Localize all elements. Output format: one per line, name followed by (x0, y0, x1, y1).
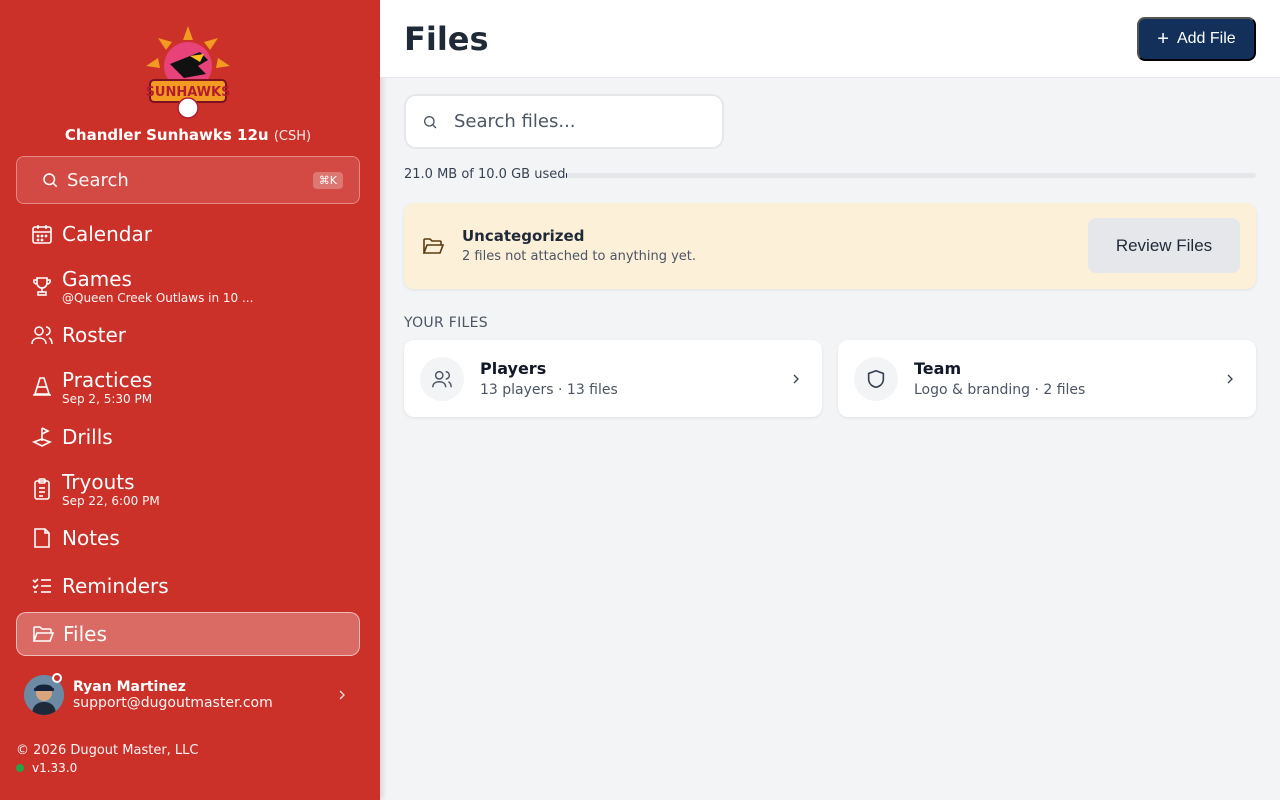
review-files-button[interactable]: Review Files (1088, 218, 1240, 273)
add-file-button[interactable]: + Add File (1137, 17, 1256, 61)
search-icon (424, 115, 437, 128)
folder-open-icon (32, 626, 55, 642)
file-card-team[interactable]: Team Logo & branding · 2 files (838, 340, 1256, 417)
section-title: YOUR FILES (404, 315, 488, 331)
add-file-label: Add File (1176, 30, 1236, 47)
cone-icon (33, 377, 51, 396)
version: v1.33.0 (16, 761, 77, 775)
search-label: Search (67, 169, 129, 191)
users-icon (420, 357, 464, 401)
version-text: v1.33.0 (32, 761, 78, 775)
checklist-icon (32, 578, 51, 593)
page-title: Files (404, 20, 489, 58)
card-title: Team (914, 359, 962, 378)
user-profile[interactable]: Ryan Martinez support@dugoutmaster.com (24, 672, 360, 718)
sidebar-item-drills[interactable]: Drills (16, 425, 360, 449)
search-shortcut-badge: ⌘K (312, 171, 343, 189)
nav-label: Tryouts (62, 469, 135, 494)
storage-usage-bar (566, 173, 1256, 178)
storage-usage-text: 21.0 MB of 10.0 GB used (404, 167, 566, 182)
chevron-right-icon (339, 690, 345, 700)
trophy-icon (33, 277, 51, 296)
copyright: © 2026 Dugout Master, LLC (16, 743, 199, 758)
sidebar-item-calendar[interactable]: Calendar (16, 222, 360, 246)
drill-flag-icon (32, 427, 52, 447)
uncategorized-subtitle: 2 files not attached to anything yet. (462, 249, 696, 264)
team-abbr: (CSH) (273, 129, 312, 144)
team-name: Chandler Sunhawks 12u (CSH) (0, 126, 376, 144)
nav-sublabel: @Queen Creek Outlaws in 10 ... (62, 290, 254, 305)
nav-label: Practices (62, 367, 153, 392)
clipboard-icon (34, 478, 50, 500)
sidebar-item-notes[interactable]: Notes (16, 526, 360, 550)
avatar (24, 673, 64, 715)
user-name: Ryan Martinez (73, 679, 186, 695)
folder-open-icon (422, 238, 445, 254)
nav-label: Reminders (62, 574, 169, 598)
uncategorized-title: Uncategorized (462, 227, 585, 245)
chevron-right-icon (793, 374, 799, 384)
sidebar-item-reminders[interactable]: Reminders (16, 574, 360, 598)
status-dot (16, 764, 24, 772)
nav-label: Files (63, 622, 107, 646)
card-subtitle: 13 players · 13 files (480, 382, 618, 398)
team-name-text: Chandler Sunhawks 12u (64, 126, 269, 144)
card-title: Players (480, 359, 547, 378)
shield-icon (854, 357, 898, 401)
nav-label: Drills (62, 425, 113, 449)
sidebar-item-practices[interactable]: Practices Sep 2, 5:30 PM (16, 367, 360, 407)
file-search[interactable] (404, 94, 724, 149)
file-search-input[interactable] (454, 111, 694, 132)
nav-label: Notes (62, 526, 120, 550)
calendar-icon (32, 225, 52, 244)
sidebar-item-roster[interactable]: Roster (16, 323, 360, 347)
sidebar-item-tryouts[interactable]: Tryouts Sep 22, 6:00 PM (16, 469, 360, 509)
user-email: support@dugoutmaster.com (73, 695, 273, 711)
storage-usage-fill (566, 173, 568, 178)
file-card-players[interactable]: Players 13 players · 13 files (404, 340, 822, 417)
nav-label: Calendar (62, 222, 152, 246)
note-icon (34, 528, 50, 548)
card-subtitle: Logo & branding · 2 files (914, 382, 1086, 398)
nav-sublabel: Sep 2, 5:30 PM (62, 391, 153, 406)
sidebar: SUNHAWKS Chandler Sunhawks 12u (CSH) Sea… (0, 0, 380, 800)
sidebar-item-games[interactable]: Games @Queen Creek Outlaws in 10 ... (16, 266, 360, 306)
nav-label: Games (62, 266, 132, 291)
chevron-right-icon (1227, 374, 1233, 384)
sidebar-item-files[interactable]: Files (16, 612, 360, 656)
search-icon (43, 173, 58, 188)
nav-sublabel: Sep 22, 6:00 PM (62, 493, 160, 508)
nav-label: Roster (62, 323, 127, 347)
uncategorized-banner: Uncategorized 2 files not attached to an… (404, 203, 1256, 289)
team-logo: SUNHAWKS (140, 24, 236, 120)
notification-dot (52, 673, 62, 683)
users-icon (31, 326, 53, 345)
sidebar-search[interactable]: Search ⌘K (16, 156, 360, 204)
plus-icon: + (1157, 27, 1169, 50)
page-header: Files + Add File (380, 0, 1280, 78)
